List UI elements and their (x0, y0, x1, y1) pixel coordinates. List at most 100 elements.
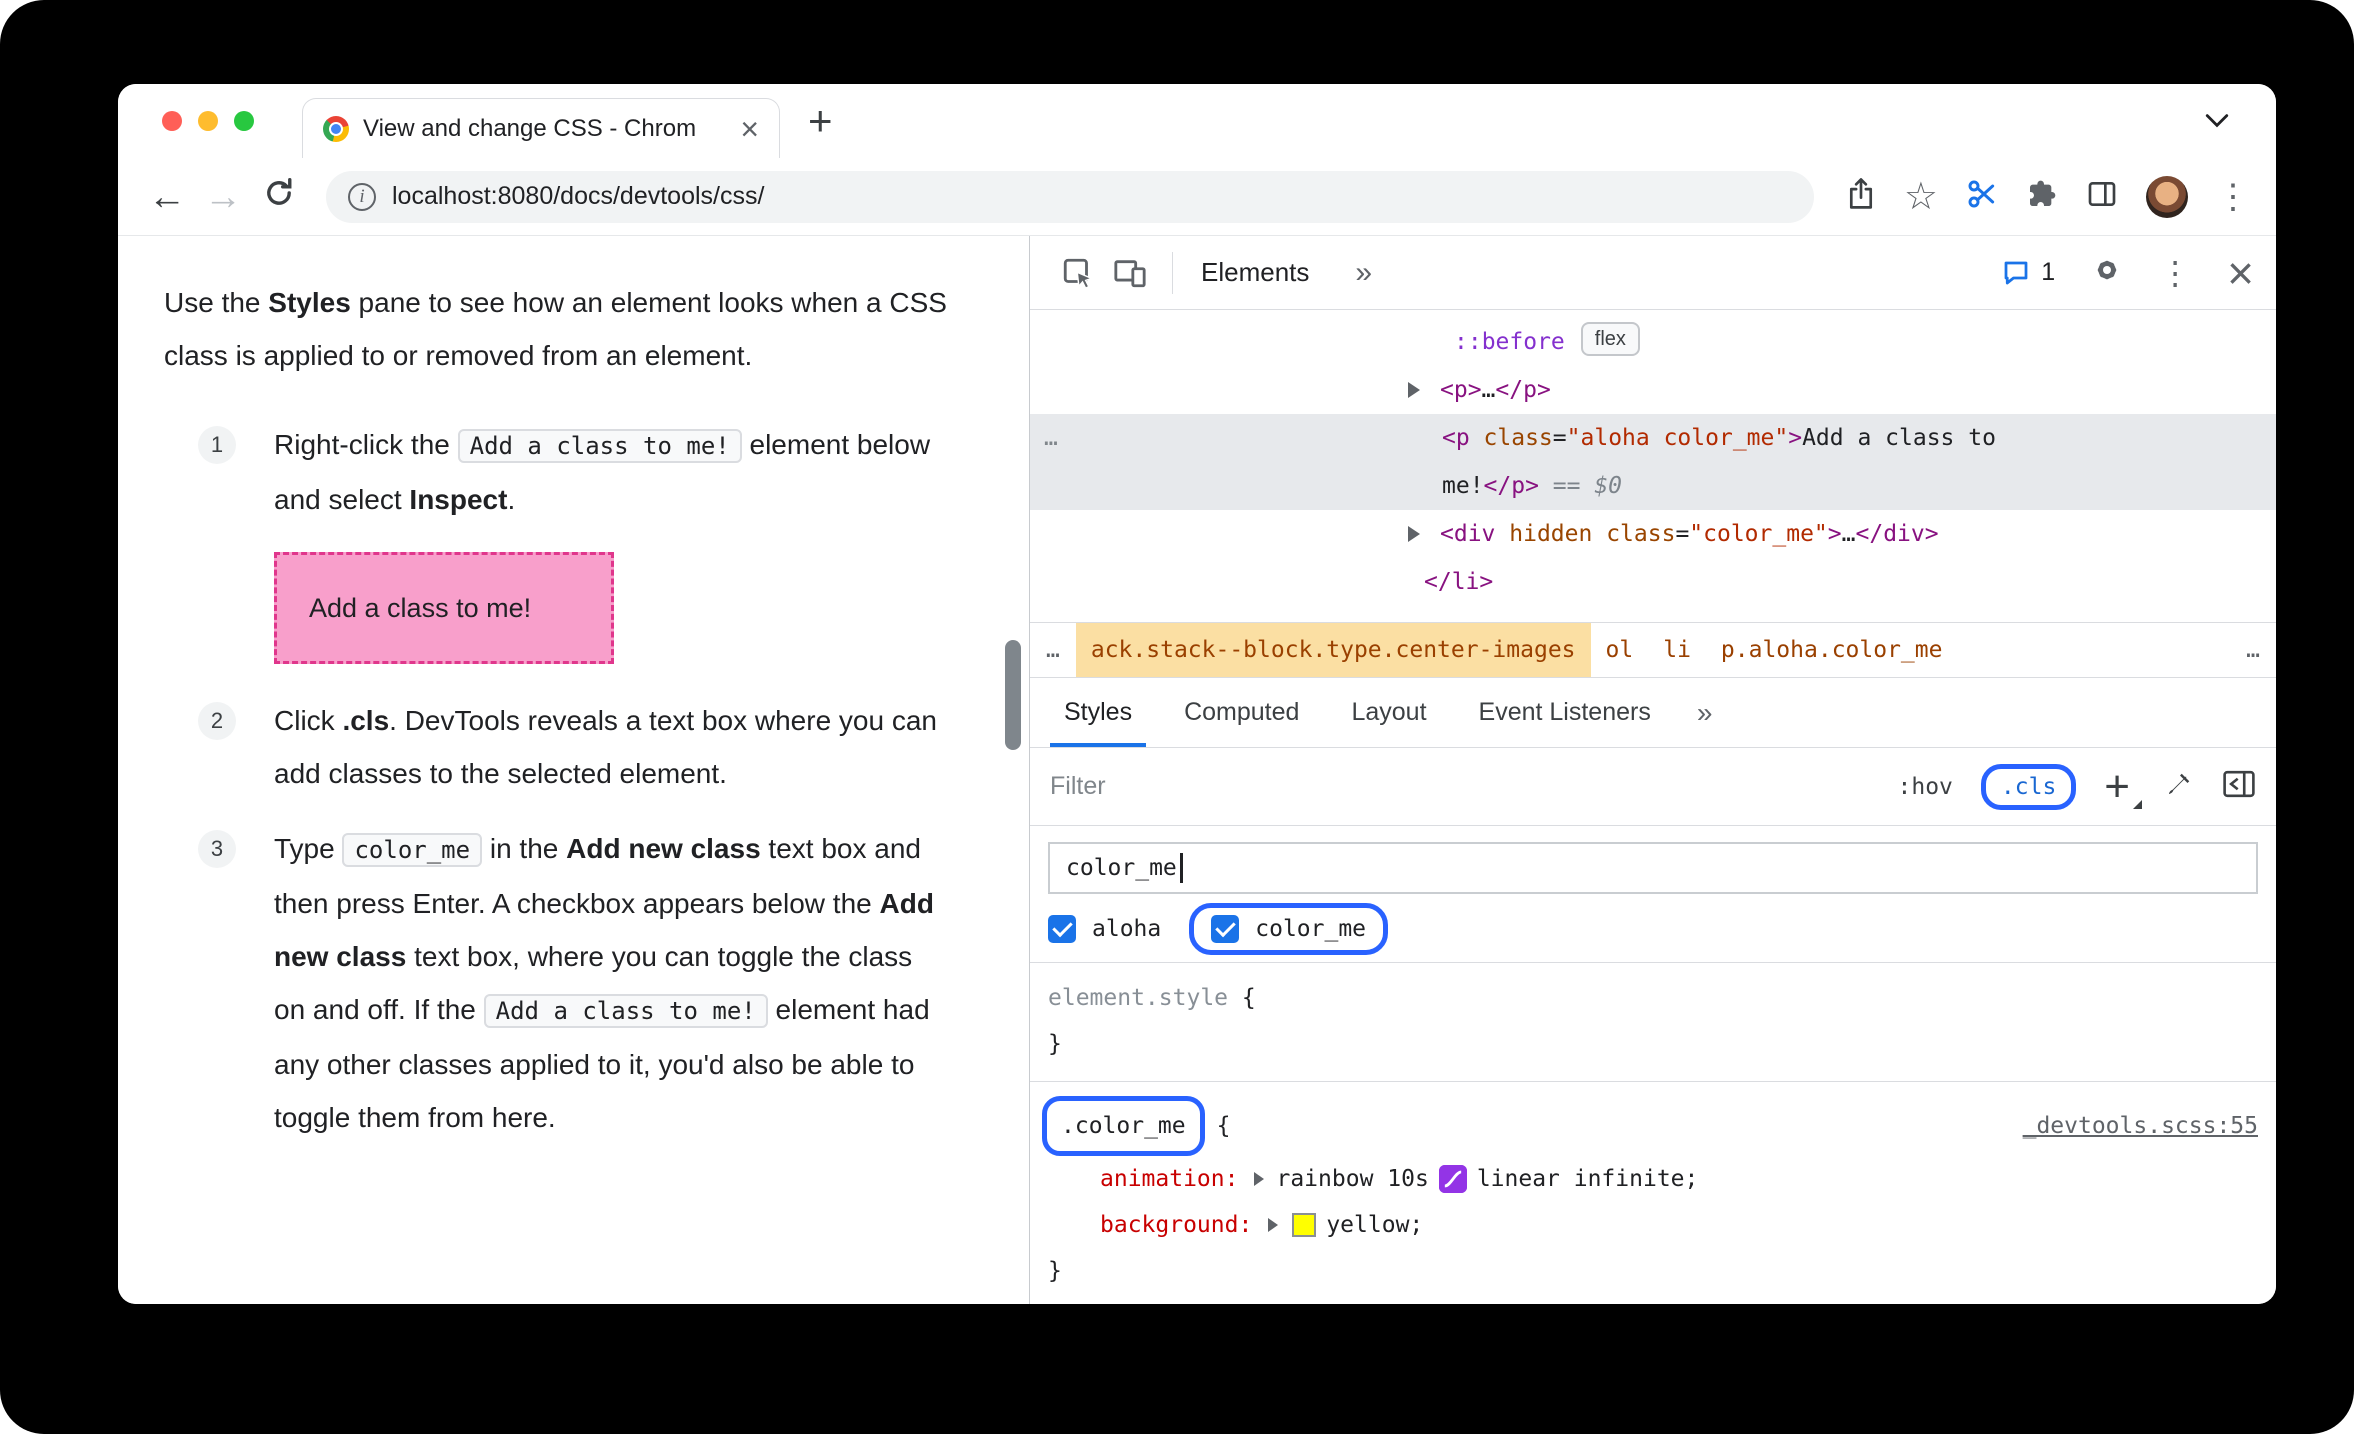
bookmark-star-icon[interactable]: ☆ (1904, 178, 1938, 216)
color-swatch[interactable] (1292, 1213, 1317, 1237)
profile-avatar[interactable] (2146, 175, 2188, 218)
new-tab-button[interactable]: + (808, 100, 833, 142)
styles-filter-bar: Filter :hov .cls + (1030, 748, 2276, 826)
browser-tab[interactable]: View and change CSS - Chrom × (302, 98, 780, 158)
inspect-element-icon[interactable] (1052, 256, 1104, 290)
text-segment: Add a class to me! (457, 429, 742, 463)
dom-node[interactable]: ::before flex (1030, 318, 2276, 366)
dom-node[interactable]: me!</p> == $0 (1030, 462, 2276, 510)
expand-arrow-icon[interactable] (1254, 1172, 1265, 1186)
breadcrumb-item[interactable]: ol (1591, 623, 1649, 677)
address-bar[interactable]: i localhost:8080/docs/devtools/css/ (326, 170, 1814, 223)
chrome-favicon-icon (323, 115, 349, 142)
expand-arrow-icon[interactable] (1408, 382, 1420, 398)
page-scrollbar-thumb[interactable] (1005, 640, 1021, 750)
tab-close-icon[interactable]: × (740, 113, 759, 145)
site-info-icon[interactable]: i (348, 182, 376, 211)
forward-button[interactable]: → (200, 178, 246, 216)
more-panels-icon[interactable]: » (1355, 256, 1372, 290)
rule-selector[interactable]: .color_me (1061, 1102, 1186, 1150)
expand-arrow-icon[interactable] (1408, 526, 1420, 542)
computed-sidebar-toggle-icon[interactable] (2222, 769, 2256, 804)
toggle-element-state-button[interactable]: :hov (1898, 774, 1953, 800)
device-toolbar-icon[interactable] (1104, 256, 1156, 290)
property-name[interactable]: animation: (1100, 1156, 1238, 1202)
devtools-close-icon[interactable]: × (2227, 250, 2254, 296)
class-label: aloha (1092, 916, 1162, 942)
dom-token: </div> (1855, 521, 1939, 547)
maximize-window-button[interactable] (234, 111, 254, 131)
dom-node[interactable]: </li> (1030, 558, 2276, 606)
add-class-input-value: color_me (1066, 855, 1177, 881)
more-actions-icon[interactable]: … (1044, 414, 1061, 462)
devtools-toolbar-right: 1 ⋮ × (2001, 250, 2254, 296)
screenshot-frame: View and change CSS - Chrom × + ← → i lo… (0, 0, 2354, 1434)
dom-node[interactable]: <div hidden class="color_me">…</div> (1030, 510, 2276, 558)
styles-filter-input[interactable]: Filter (1050, 772, 1870, 801)
property-value[interactable]: linear infinite; (1477, 1156, 1699, 1202)
stylesheet-source-link[interactable]: _devtools.scss:55 (2023, 1102, 2258, 1150)
dom-node[interactable]: <p>…</p> (1030, 366, 2276, 414)
text-segment: in the (482, 833, 567, 864)
flex-badge[interactable]: flex (1580, 322, 1640, 356)
long-press-corner-icon (2133, 799, 2142, 809)
text-segment: Use the (164, 287, 269, 318)
tab-event-listeners[interactable]: Event Listeners (1453, 678, 1677, 747)
dom-node[interactable]: … <p class="aloha color_me">Add a class t… (1030, 414, 2276, 462)
tab-search-chevron-icon[interactable] (2204, 113, 2230, 129)
close-window-button[interactable] (162, 111, 182, 131)
add-class-input[interactable]: color_me (1048, 842, 2258, 894)
step-body: Click .cls. DevTools reveals a text box … (274, 694, 951, 800)
open-brace: { (1216, 1113, 1231, 1139)
breadcrumb-item[interactable]: ack.stack--block.type.center-images (1075, 623, 1591, 677)
new-style-rule-button[interactable]: + (2104, 764, 2142, 809)
font-editor-icon[interactable] (2164, 769, 2194, 804)
breadcrumb-overflow-right[interactable]: … (2230, 637, 2276, 663)
minimize-window-button[interactable] (198, 111, 218, 131)
element-style-block[interactable]: element.style { } (1030, 963, 2276, 1082)
class-toggle-aloha[interactable]: aloha (1048, 915, 1161, 943)
css-declaration[interactable]: animation: rainbow 10s linear infinite; (1048, 1156, 2258, 1202)
easing-editor-icon[interactable] (1438, 1165, 1467, 1193)
share-icon[interactable] (1846, 177, 1876, 216)
side-panel-icon[interactable] (2086, 178, 2118, 215)
property-name[interactable]: background: (1100, 1202, 1252, 1248)
demo-element[interactable]: Add a class to me! (274, 552, 614, 664)
step-number: 1 (198, 426, 236, 464)
breadcrumb-item[interactable]: li (1648, 623, 1706, 677)
extensions-puzzle-icon[interactable] (2026, 178, 2058, 215)
tab-elements[interactable]: Elements (1201, 257, 1309, 288)
element-classes-button[interactable]: .cls (2001, 774, 2056, 800)
element-style-selector[interactable]: element.style (1048, 985, 1228, 1011)
docs-page: Use the Styles pane to see how an elemen… (118, 236, 1029, 1304)
devtools-menu-kebab-icon[interactable]: ⋮ (2159, 257, 2191, 289)
reload-button[interactable] (256, 176, 302, 217)
chat-bubble-icon (2004, 261, 2028, 284)
text-segment: . (507, 484, 516, 515)
breadcrumb-item[interactable]: p.aloha.color_me (1706, 623, 1958, 677)
class-label: color_me (1255, 916, 1367, 942)
toolbar-actions: ☆ ⋮ (1846, 175, 2250, 218)
tab-layout[interactable]: Layout (1325, 678, 1452, 747)
window-controls (162, 111, 254, 131)
expand-arrow-icon[interactable] (1268, 1218, 1279, 1232)
browser-menu-kebab-icon[interactable]: ⋮ (2216, 180, 2250, 214)
checkbox-icon[interactable] (1211, 915, 1240, 943)
scissors-extension-icon[interactable] (1966, 178, 1998, 215)
more-tabs-icon[interactable]: » (1677, 678, 1733, 747)
text-segment: .cls (342, 705, 390, 736)
text-segment: Styles (268, 287, 351, 318)
tab-computed[interactable]: Computed (1158, 678, 1325, 747)
settings-gear-icon[interactable] (2091, 254, 2123, 291)
property-value[interactable]: yellow; (1326, 1202, 1423, 1248)
step-item: 1 Right-click the Add a class to me! elem… (164, 418, 951, 672)
dom-token: <p> (1440, 377, 1482, 403)
back-button[interactable]: ← (144, 178, 190, 216)
checkbox-icon[interactable] (1048, 915, 1076, 943)
issues-counter[interactable]: 1 (2001, 258, 2055, 288)
tab-styles[interactable]: Styles (1038, 678, 1158, 747)
breadcrumb-overflow-left[interactable]: … (1030, 637, 1076, 663)
css-declaration[interactable]: background: yellow; (1048, 1202, 2258, 1248)
class-toggle-color_me[interactable]: color_me (1211, 915, 1366, 943)
property-value[interactable]: rainbow 10s (1276, 1156, 1428, 1202)
